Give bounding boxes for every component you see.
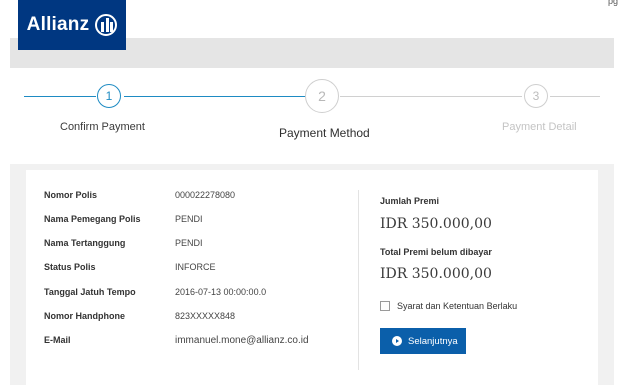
step-1-label: Confirm Payment — [60, 121, 145, 133]
row-key: Nomor Polis — [44, 190, 98, 200]
row-value: 823XXXXX848 — [175, 311, 236, 321]
step-connector — [124, 96, 306, 97]
step-connector — [340, 96, 522, 97]
row-value: 2016-07-13 00:00:00.0 — [175, 287, 267, 297]
row-key: Status Polis — [44, 262, 96, 272]
row-value: PENDI — [175, 238, 203, 248]
next-button[interactable]: Selanjutnya — [380, 328, 466, 354]
logo-text: Allianz — [26, 14, 90, 35]
premium-amount: IDR 350.000,00 — [380, 216, 492, 232]
step-2-label: Payment Method — [279, 126, 370, 140]
row-key: E-Mail — [44, 335, 71, 345]
allianz-eagle-icon — [95, 14, 118, 36]
terms-label[interactable]: Syarat dan Ketentuan Berlaku — [397, 301, 517, 311]
step-connector — [24, 96, 96, 97]
row-key: Tanggal Jatuh Tempo — [44, 287, 136, 297]
page-indicator: pg — [607, 0, 618, 6]
row-value: PENDI — [175, 214, 203, 224]
arrow-right-circle-icon — [392, 336, 402, 346]
payment-card — [26, 170, 598, 385]
row-value: immanuel.mone@allianz.co.id — [175, 335, 309, 346]
step-connector — [550, 96, 600, 97]
terms-checkbox[interactable] — [380, 301, 390, 311]
row-value: INFORCE — [175, 262, 216, 272]
vertical-divider — [358, 190, 359, 370]
step-3-label: Payment Detail — [502, 121, 577, 133]
row-key: Nomor Handphone — [44, 311, 125, 321]
unpaid-label: Total Premi belum dibayar — [380, 247, 492, 257]
step-1-circle: 1 — [97, 84, 121, 108]
progress-stepper: 1 2 3 Confirm Payment Payment Method Pay… — [10, 68, 614, 164]
premium-label: Jumlah Premi — [380, 196, 440, 206]
allianz-logo[interactable]: Allianz — [18, 0, 126, 50]
next-button-label: Selanjutnya — [408, 335, 458, 347]
step-3-circle: 3 — [524, 84, 548, 108]
row-key: Nama Tertanggung — [44, 238, 126, 248]
terms-row: Syarat dan Ketentuan Berlaku — [380, 301, 517, 311]
row-key: Nama Pemegang Polis — [44, 214, 141, 224]
top-bar: Allianz pg — [0, 0, 620, 50]
step-2-circle: 2 — [305, 79, 339, 113]
row-value: 000022278080 — [175, 190, 236, 200]
unpaid-amount: IDR 350.000,00 — [380, 266, 492, 282]
